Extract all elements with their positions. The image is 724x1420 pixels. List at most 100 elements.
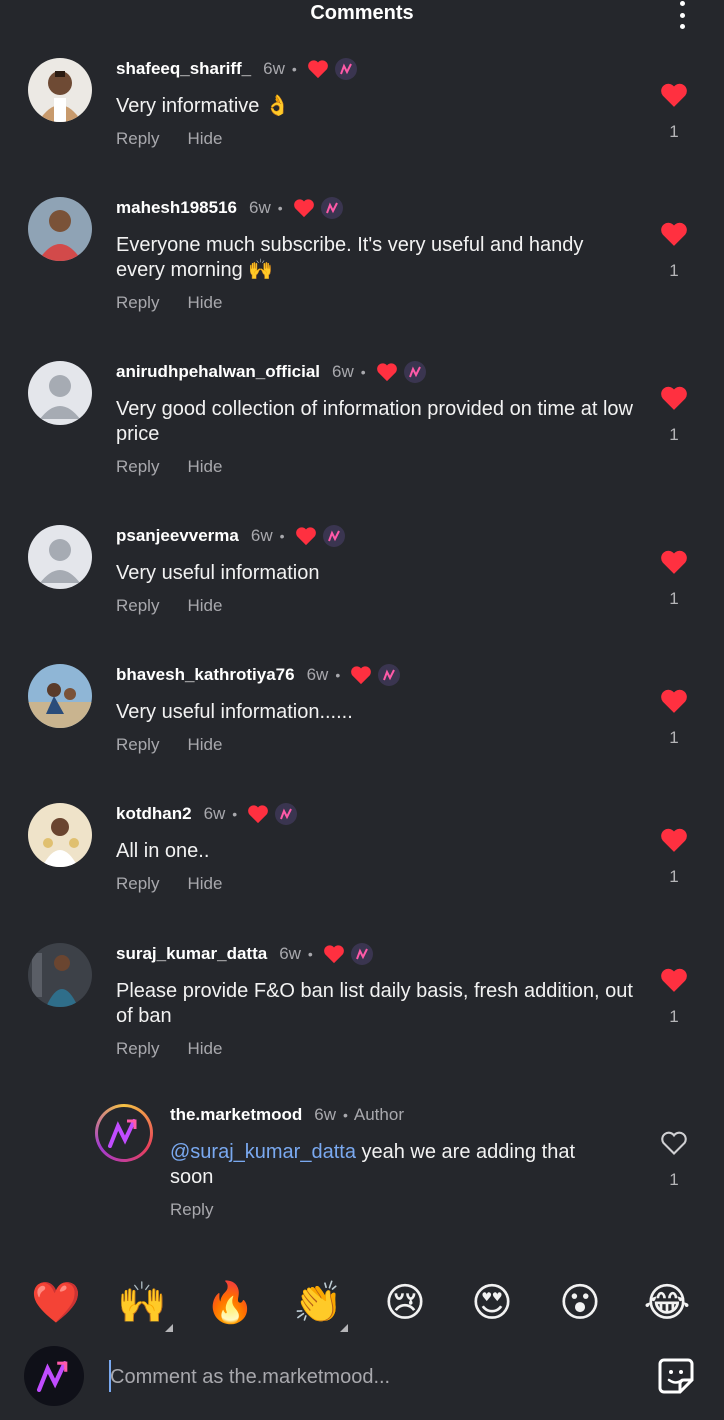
heart-filled-icon — [661, 83, 687, 107]
reply-button[interactable]: Reply — [116, 735, 159, 755]
heart-filled-icon — [661, 689, 687, 713]
comment-time: 6w — [263, 59, 285, 78]
like-button[interactable]: 1 — [658, 967, 690, 1027]
comment-username[interactable]: anirudhpehalwan_official — [116, 362, 320, 382]
hide-button[interactable]: Hide — [187, 874, 222, 894]
like-button[interactable]: 1 — [658, 1130, 690, 1190]
heart-filled-icon — [661, 222, 687, 246]
comment-username[interactable]: kotdhan2 — [116, 804, 192, 824]
author-badge: Author — [353, 1105, 404, 1124]
avatar[interactable] — [28, 525, 92, 589]
emoji-crying[interactable]: 😢 — [380, 1278, 430, 1328]
avatar[interactable] — [28, 58, 92, 122]
comment-composer — [0, 1340, 724, 1420]
emoji-clapping[interactable]: 👏 — [293, 1278, 343, 1328]
more-options-icon[interactable] — [672, 0, 692, 30]
author-liked-heart-icon — [293, 199, 314, 218]
reply-button[interactable]: Reply — [116, 874, 159, 894]
like-button[interactable]: 1 — [658, 827, 690, 887]
like-button[interactable]: 1 — [658, 385, 690, 445]
author-liked-heart-icon — [376, 363, 397, 382]
heart-filled-icon — [661, 550, 687, 574]
emoji-heart-eyes[interactable]: 😍 — [467, 1278, 517, 1328]
comment-time: 6w — [332, 362, 354, 381]
variant-indicator — [340, 1324, 348, 1332]
like-count: 1 — [669, 122, 679, 141]
comment-time: 6w — [279, 944, 301, 963]
comment-username[interactable]: shafeeq_shariff_ — [116, 59, 251, 79]
comment-username[interactable]: suraj_kumar_datta — [116, 944, 267, 964]
comment-text: @suraj_kumar_datta yeah we are adding th… — [170, 1141, 575, 1188]
marketmood-logo-icon — [108, 1119, 137, 1148]
reply-button[interactable]: Reply — [116, 293, 159, 313]
comment-text: Very useful information — [116, 562, 320, 584]
comment-text: Very good collection of information prov… — [116, 398, 633, 445]
author-logo-icon — [320, 197, 343, 219]
hide-button[interactable]: Hide — [187, 457, 222, 477]
comment-username[interactable]: the.marketmood — [170, 1105, 302, 1125]
hide-button[interactable]: Hide — [187, 735, 222, 755]
comment-text: Everyone much subscribe. It's very usefu… — [116, 234, 584, 281]
comment-input[interactable] — [110, 1362, 630, 1392]
hide-button[interactable]: Hide — [187, 1039, 222, 1059]
page-title: Comments — [310, 2, 414, 24]
hide-button[interactable]: Hide — [187, 129, 222, 149]
comment-time: 6w — [248, 198, 271, 217]
like-count: 1 — [669, 425, 679, 444]
author-logo-icon — [322, 525, 345, 547]
avatar[interactable] — [28, 803, 92, 867]
reply-button[interactable]: Reply — [116, 129, 159, 149]
emoji-raised-hands[interactable]: 🙌 — [117, 1278, 167, 1328]
reply-button[interactable]: Reply — [116, 457, 159, 477]
comment-username[interactable]: psanjeevverma — [116, 526, 239, 546]
hide-button[interactable]: Hide — [187, 596, 222, 616]
author-logo-icon — [334, 58, 357, 80]
reply-button[interactable]: Reply — [116, 596, 159, 616]
mention-link[interactable]: @suraj_kumar_datta — [170, 1141, 356, 1163]
heart-filled-icon — [661, 828, 687, 852]
hide-button[interactable]: Hide — [187, 293, 222, 313]
like-button[interactable]: 1 — [658, 549, 690, 609]
reply-button[interactable]: Reply — [170, 1200, 213, 1220]
comment-username[interactable]: mahesh198516 — [116, 198, 237, 218]
sticker-icon[interactable] — [656, 1356, 696, 1396]
like-count: 1 — [669, 728, 679, 747]
avatar[interactable] — [28, 943, 92, 1007]
like-button[interactable]: 1 — [658, 688, 690, 748]
comment-time: 6w — [250, 526, 273, 545]
author-logo-icon — [403, 361, 426, 383]
reply-button[interactable]: Reply — [116, 1039, 159, 1059]
author-logo-icon — [378, 664, 401, 686]
emoji-fire[interactable]: 🔥 — [205, 1278, 255, 1328]
author-liked-heart-icon — [351, 666, 372, 685]
like-count: 1 — [669, 589, 679, 608]
heart-filled-icon — [661, 386, 687, 410]
emoji-surprised[interactable]: 😮 — [555, 1278, 605, 1328]
avatar[interactable] — [28, 361, 92, 425]
variant-indicator — [165, 1324, 173, 1332]
heart-filled-icon — [661, 968, 687, 992]
like-count: 1 — [669, 261, 679, 280]
comment-text: Very informative 👌 — [116, 95, 290, 117]
emoji-laughing[interactable]: 😂 — [642, 1278, 692, 1328]
comment-text: Very useful information...... — [116, 701, 353, 723]
like-button[interactable]: 1 — [658, 82, 690, 142]
author-liked-heart-icon — [323, 945, 344, 964]
comment-time: 6w — [203, 804, 226, 823]
author-liked-heart-icon — [248, 805, 269, 824]
emoji-quick-bar: ❤️ 🙌 🔥 👏 😢 😍 😮 😂 — [0, 1278, 724, 1334]
avatar[interactable] — [28, 197, 92, 261]
author-liked-heart-icon — [307, 60, 328, 79]
like-button[interactable]: 1 — [658, 221, 690, 281]
comment-time: 6w — [314, 1105, 336, 1124]
author-logo-icon — [350, 943, 373, 965]
text-caret — [109, 1360, 111, 1392]
avatar[interactable] — [28, 664, 92, 728]
comment-username[interactable]: bhavesh_kathrotiya76 — [116, 665, 295, 685]
author-logo-icon — [275, 803, 298, 825]
comment-text: All in one.. — [116, 840, 210, 862]
author-avatar[interactable] — [95, 1104, 153, 1162]
comment-time: 6w — [306, 665, 329, 684]
author-liked-heart-icon — [295, 527, 316, 546]
emoji-heart[interactable]: ❤️ — [31, 1278, 81, 1328]
